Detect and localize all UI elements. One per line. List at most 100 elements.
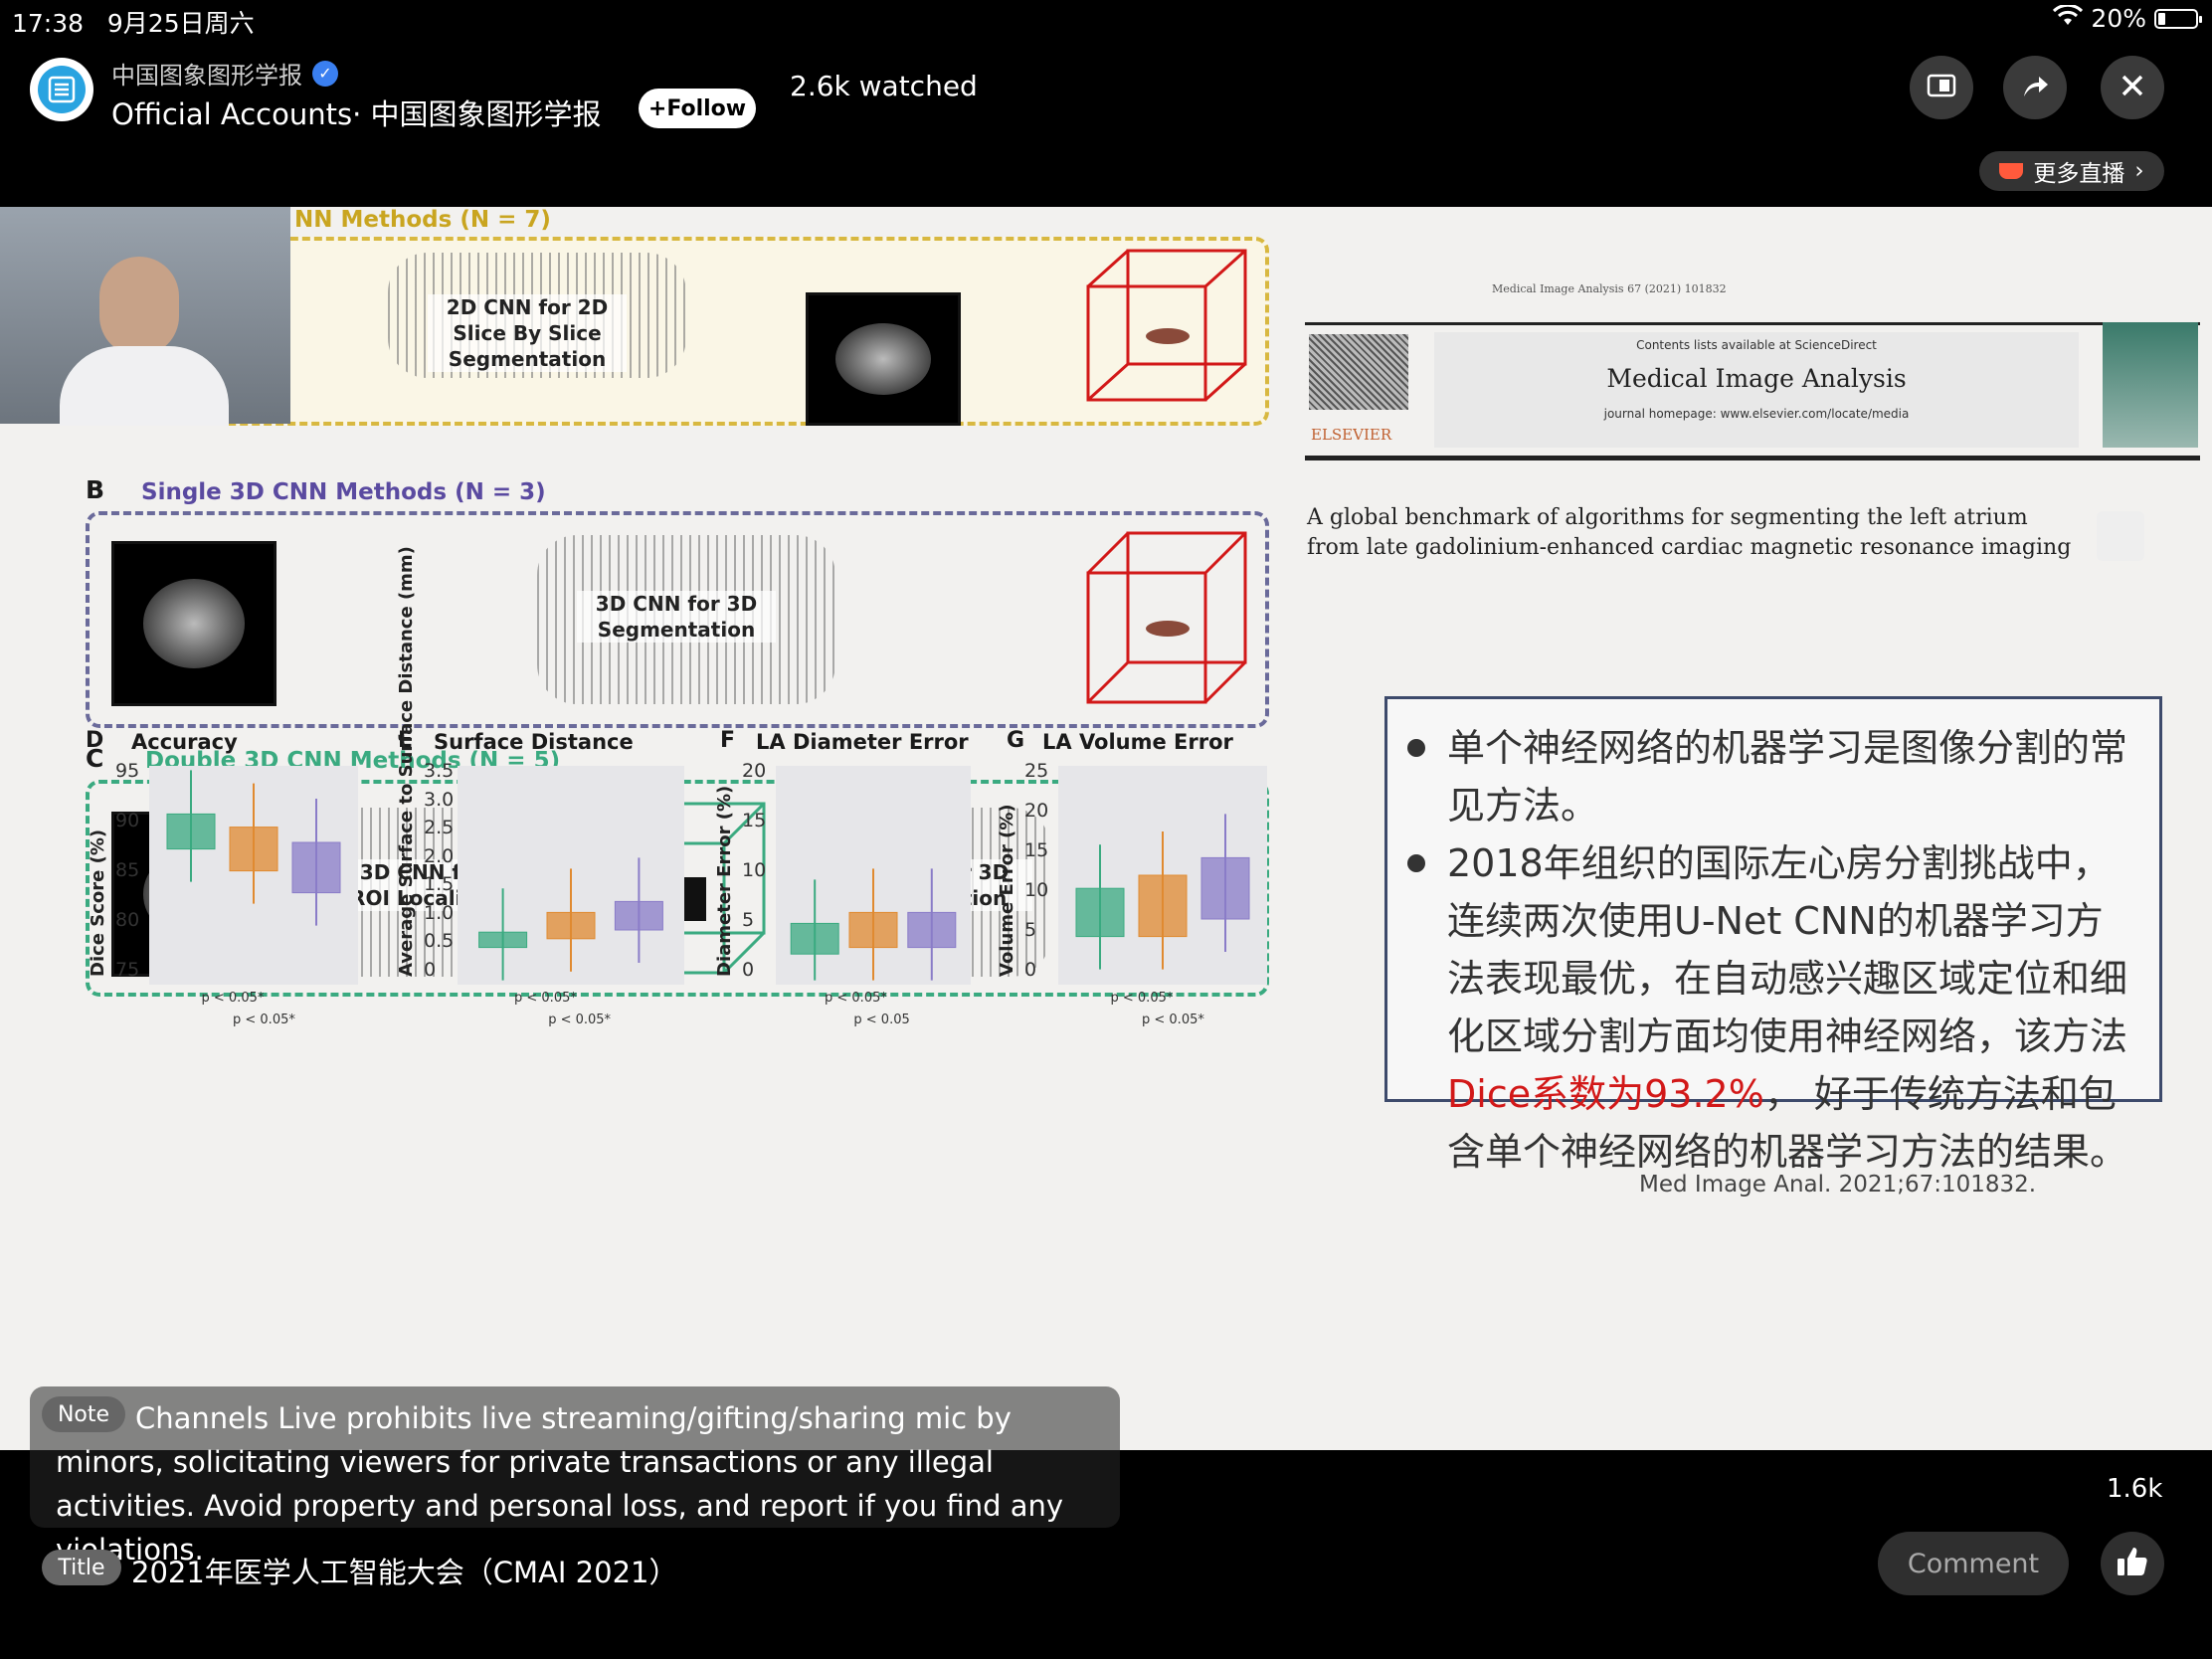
panel-b-title: Single 3D CNN Methods (N = 3) <box>141 479 546 505</box>
y-tick-label: 5 <box>742 909 755 931</box>
journal-contents: Contents lists available at ScienceDirec… <box>1636 338 1877 352</box>
account-name[interactable]: 中国图象图形学报 ✓ <box>111 56 338 91</box>
y-tick-label: 20 <box>742 760 767 782</box>
y-tick-label: 0 <box>1024 959 1037 981</box>
y-tick-label: 20 <box>1024 800 1049 822</box>
journal-name: Medical Image Analysis <box>1606 364 1907 393</box>
journal-cover-image <box>2103 322 2198 448</box>
note-tag: Note <box>42 1396 125 1432</box>
wifi-icon <box>2053 3 2084 33</box>
bullet-2-pre: 2018年组织的国际左心房分割挑战中，连续两次使用U-Net CNN的机器学习方… <box>1447 841 2128 1058</box>
significance-label: p < 0.05* <box>1142 1013 1204 1027</box>
paper-title: A global benchmark of algorithms for seg… <box>1307 505 2072 560</box>
y-tick-label: 0 <box>424 959 437 981</box>
crossmark-icon <box>2097 511 2144 561</box>
y-tick-label: 10 <box>742 859 767 881</box>
y-axis-label: Diameter Error (%) <box>714 785 735 977</box>
box-plot-box <box>614 900 663 931</box>
chart-title-e: Surface Distance <box>434 730 634 754</box>
journal-banner: Contents lists available at ScienceDirec… <box>1434 332 2079 448</box>
chevron-right-icon: › <box>2134 158 2144 184</box>
close-icon <box>2120 73 2145 102</box>
bullet-1: 单个神经网络的机器学习是图像分割的常见方法。 <box>1407 719 2139 834</box>
like-button[interactable] <box>2101 1532 2164 1595</box>
y-tick-label: 2.0 <box>424 844 455 867</box>
close-button[interactable] <box>2101 56 2164 119</box>
elsevier-tree-logo <box>1309 334 1408 410</box>
panel-b-letter: B <box>86 475 105 504</box>
bullet-2-text: 2018年组织的国际左心房分割挑战中，连续两次使用U-Net CNN的机器学习方… <box>1447 834 2139 1181</box>
live-video[interactable]: NN Methods (N = 7) 2D CNN for 2D Slice B… <box>0 207 2212 1450</box>
box-plot-box <box>478 931 528 949</box>
significance-label: p < 0.05* <box>201 991 265 1006</box>
follow-button[interactable]: +Follow <box>639 89 756 128</box>
y-tick-label: 0.5 <box>424 930 455 953</box>
chart-letter-f: F <box>720 728 736 753</box>
like-count: 1.6k <box>2107 1474 2163 1504</box>
bullet-1-text: 单个神经网络的机器学习是图像分割的常见方法。 <box>1447 726 2128 828</box>
status-date: 9月25日周六 <box>106 9 255 38</box>
account-avatar[interactable] <box>30 58 93 121</box>
more-live-button[interactable]: 更多直播 › <box>1979 151 2164 191</box>
bullet-dot-icon <box>1407 854 1425 872</box>
box-plot-box <box>1200 856 1250 920</box>
note-text: Channels Live prohibits live streaming/g… <box>56 1401 1064 1567</box>
status-right: 20% <box>2053 3 2202 33</box>
account-title: Official Accounts· 中国图象图形学报 <box>111 97 602 131</box>
mri-volume-image-b <box>111 541 276 706</box>
y-tick-label: 1.5 <box>424 873 455 896</box>
y-tick-label: 2.5 <box>424 817 455 839</box>
significance-label: p < 0.05* <box>1110 991 1174 1006</box>
significance-label: p < 0.05 <box>853 1013 910 1027</box>
box-plot <box>1075 814 1250 970</box>
battery-percent: 20% <box>2091 4 2146 33</box>
comment-button[interactable]: Comment <box>1878 1532 2069 1595</box>
chart-title-f: LA Diameter Error <box>756 730 969 754</box>
significance-label: p < 0.05* <box>548 1013 612 1027</box>
output-cube-b <box>1086 531 1247 704</box>
box-plot-box <box>546 911 596 940</box>
chart-letter-g: G <box>1007 728 1025 753</box>
y-tick-label: 95 <box>115 760 140 782</box>
journal-top-rule <box>1305 322 2200 325</box>
account-name-text: 中国图象图形学报 <box>111 62 302 90</box>
y-axis-label: Dice Score (%) <box>88 829 108 977</box>
cnn-2d-label: 2D CNN for 2D Slice By Slice Segmentatio… <box>428 294 627 372</box>
box-plot-box <box>790 922 839 955</box>
y-tick-label: 5 <box>1024 919 1037 941</box>
live-title: 2021年医学人工智能大会（CMAI 2021） <box>131 1556 678 1589</box>
box-plot-box <box>229 827 278 872</box>
summary-box: 单个神经网络的机器学习是图像分割的常见方法。 2018年组织的国际左心房分割挑战… <box>1384 696 2162 1174</box>
status-clock: 17:38 <box>12 9 85 38</box>
chart-title-g: LA Volume Error <box>1042 730 1233 754</box>
title-tag: Title <box>42 1550 121 1585</box>
y-tick-label: 80 <box>115 909 140 931</box>
thumbs-up-icon <box>2116 1546 2149 1581</box>
box-plot-box <box>848 911 898 949</box>
verified-icon: ✓ <box>312 60 338 87</box>
y-tick-label: 85 <box>115 859 140 881</box>
publisher-logo-text: ELSEVIER <box>1311 426 1392 444</box>
minimize-window-button[interactable] <box>1910 56 1973 119</box>
box-plot-box <box>1075 887 1125 938</box>
status-time: 17:38 9月25日周六 <box>12 4 255 40</box>
box-plot <box>478 857 663 981</box>
y-tick-label: 10 <box>1024 879 1049 901</box>
battery-icon <box>2154 8 2202 29</box>
y-tick-label: 25 <box>1024 760 1049 782</box>
box-plot-box <box>907 911 957 949</box>
share-icon <box>2020 73 2050 102</box>
y-tick-label: 3.5 <box>424 760 455 782</box>
y-tick-label: 15 <box>742 810 767 831</box>
panel-a-title: NN Methods (N = 7) <box>294 207 551 233</box>
significance-label: p < 0.05* <box>825 991 887 1006</box>
significance-label: p < 0.05* <box>233 1013 295 1027</box>
cnn-3d-label-b: 3D CNN for 3D Segmentation <box>577 591 776 643</box>
bullet-2: 2018年组织的国际左心房分割挑战中，连续两次使用U-Net CNN的机器学习方… <box>1407 834 2139 1181</box>
journal-citation: Medical Image Analysis 67 (2021) 101832 <box>1492 282 1727 295</box>
box-plot <box>166 770 341 926</box>
box-plot-box <box>1138 874 1188 938</box>
significance-label: p < 0.05* <box>514 991 577 1006</box>
y-tick-label: 1.0 <box>424 901 455 924</box>
share-button[interactable] <box>2003 56 2067 119</box>
